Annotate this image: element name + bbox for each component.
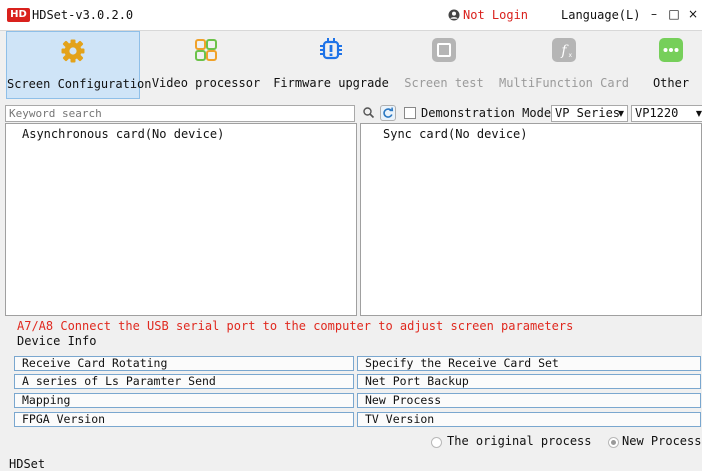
keyword-search-input[interactable] bbox=[5, 105, 355, 122]
function-icon: f x bbox=[551, 37, 577, 63]
sync-card-caption: Sync card(No device) bbox=[383, 127, 528, 141]
status-bar-text: HDSet bbox=[9, 457, 46, 471]
login-status[interactable]: Not Login bbox=[448, 8, 528, 24]
search-bar: Demonstration Mode VP Series ▼ VP1220 ▼ bbox=[0, 105, 702, 123]
ls-paramter-send-button[interactable]: A series of Ls Paramter Send bbox=[14, 374, 354, 389]
window-title: HDSet-v3.0.2.0 bbox=[32, 8, 134, 22]
maximize-button[interactable]: □ bbox=[666, 6, 682, 22]
new-process-label: New Process bbox=[622, 434, 702, 448]
login-status-text: Not Login bbox=[463, 8, 529, 22]
net-port-backup-button[interactable]: Net Port Backup bbox=[357, 374, 701, 389]
usb-hint-text: A7/A8 Connect the USB serial port to the… bbox=[17, 319, 574, 333]
new-process-button[interactable]: New Process bbox=[357, 393, 701, 408]
new-process-radio[interactable] bbox=[608, 437, 619, 448]
refresh-button[interactable] bbox=[380, 105, 396, 121]
user-icon bbox=[448, 9, 460, 24]
tab-label: Other bbox=[652, 76, 690, 90]
fpga-version-button[interactable]: FPGA Version bbox=[14, 412, 354, 427]
chevron-down-icon: ▼ bbox=[695, 109, 702, 118]
refresh-icon bbox=[383, 107, 394, 118]
demo-mode-checkbox[interactable] bbox=[404, 107, 416, 119]
original-process-radio[interactable] bbox=[431, 437, 442, 448]
tab-other[interactable]: Other bbox=[642, 31, 700, 99]
tab-screen-configuration[interactable]: Screen Configuration bbox=[6, 31, 152, 99]
main-toolbar: Screen Configuration Video processor Fir… bbox=[0, 31, 702, 100]
tv-version-button[interactable]: TV Version bbox=[357, 412, 701, 427]
series-select[interactable]: VP Series ▼ bbox=[551, 105, 628, 122]
screen-test-icon bbox=[431, 37, 457, 63]
chip-icon bbox=[318, 37, 344, 63]
mapping-button[interactable]: Mapping bbox=[14, 393, 354, 408]
tab-video-processor[interactable]: Video processor bbox=[148, 31, 264, 99]
gear-icon bbox=[60, 38, 86, 64]
title-bar: HD HDSet-v3.0.2.0 Not Login Language(L) … bbox=[0, 0, 702, 31]
specify-receive-card-set-button[interactable]: Specify the Receive Card Set bbox=[357, 356, 701, 371]
search-icon[interactable] bbox=[362, 106, 376, 120]
language-menu[interactable]: Language(L) bbox=[561, 8, 640, 22]
original-process-label: The original process bbox=[447, 434, 592, 448]
svg-text:x: x bbox=[569, 52, 573, 59]
tab-multifunction-card[interactable]: f x MultiFunction Card bbox=[496, 31, 632, 99]
tab-label: Screen Configuration bbox=[7, 77, 152, 91]
receive-card-rotating-button[interactable]: Receive Card Rotating bbox=[14, 356, 354, 371]
model-select-value: VP1220 bbox=[635, 106, 679, 120]
tab-label: Video processor bbox=[151, 76, 261, 90]
demo-mode-label: Demonstration Mode bbox=[421, 106, 552, 120]
async-card-panel[interactable]: Asynchronous card(No device) bbox=[5, 123, 357, 316]
app-logo: HD bbox=[7, 8, 30, 22]
more-icon bbox=[658, 37, 684, 63]
model-select[interactable]: VP1220 ▼ bbox=[631, 105, 702, 122]
tab-screen-test[interactable]: Screen test bbox=[400, 31, 488, 99]
series-select-value: VP Series bbox=[555, 106, 621, 120]
close-button[interactable]: × bbox=[685, 6, 701, 22]
sync-card-panel[interactable]: Sync card(No device) bbox=[360, 123, 702, 316]
tab-firmware-upgrade[interactable]: Firmware upgrade bbox=[270, 31, 392, 99]
tab-label: Firmware upgrade bbox=[273, 76, 389, 90]
video-processor-icon bbox=[193, 37, 219, 63]
tab-label: Screen test bbox=[404, 76, 484, 90]
device-info-label: Device Info bbox=[17, 334, 97, 348]
chevron-down-icon: ▼ bbox=[617, 109, 624, 118]
async-card-caption: Asynchronous card(No device) bbox=[22, 127, 225, 141]
minimize-button[interactable]: – bbox=[646, 6, 662, 22]
tab-label: MultiFunction Card bbox=[498, 76, 630, 90]
